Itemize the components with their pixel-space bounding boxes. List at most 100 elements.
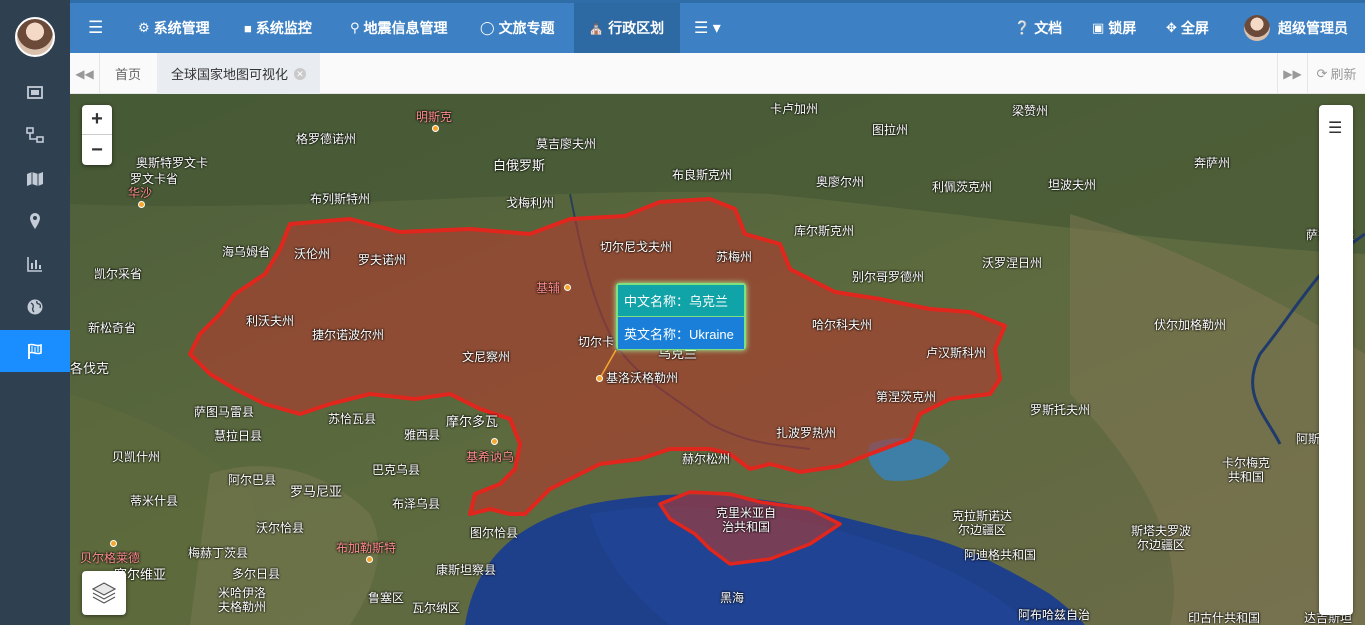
map-label: 布加勒斯特 <box>336 541 397 555</box>
nav-label: 系统管理 <box>153 20 210 36</box>
map-label: 罗马尼亚 <box>290 484 343 499</box>
sidebar-item-map[interactable] <box>0 158 70 200</box>
map-label: 苏梅州 <box>716 250 753 264</box>
map-label: 库尔斯克州 <box>794 224 855 238</box>
close-icon[interactable]: ✕ <box>294 67 307 80</box>
nav-fullscreen[interactable]: ✥ 全屏 <box>1166 3 1209 53</box>
user-avatar[interactable] <box>15 17 55 57</box>
user-name: 超级管理员 <box>1278 20 1348 36</box>
map-label: 哈尔科夫州 <box>812 318 873 332</box>
bank-icon: ⛪ <box>588 20 605 35</box>
map-label: 多尔日县 <box>232 567 281 581</box>
map-label: 海乌姆省 <box>222 245 271 259</box>
city-dot <box>491 438 498 445</box>
sidebar-item-system[interactable] <box>0 114 70 156</box>
tabs-scroll-right-button[interactable]: ▶▶ <box>1277 53 1307 94</box>
map-label: 黑海 <box>720 591 745 605</box>
map-label: 图尔恰县 <box>470 526 519 540</box>
nav-lock-screen[interactable]: ▣ 锁屏 <box>1092 3 1136 53</box>
sidebar-item-dashboard[interactable] <box>0 72 70 114</box>
map-label: 文尼察州 <box>462 350 511 364</box>
nav-label: 系统监控 <box>255 20 312 36</box>
nav-earthquake-info[interactable]: ⚲ 地震信息管理 <box>350 3 448 53</box>
map-label: 利沃夫州 <box>246 314 295 328</box>
map-icon <box>27 172 43 186</box>
map-label: 罗斯托夫州 <box>1030 403 1091 417</box>
user-avatar-small <box>1244 15 1270 41</box>
map-label: 阿布哈兹自治 <box>1018 608 1091 622</box>
map-label: 巴克乌县 <box>372 463 421 477</box>
flag-icon <box>28 343 42 359</box>
city-dot <box>110 540 117 547</box>
layers-icon <box>91 582 117 604</box>
nav-system-monitor[interactable]: ■ 系统监控 <box>244 3 312 53</box>
map-pin-icon: ⚲ <box>350 20 360 35</box>
nav-label: 文档 <box>1034 20 1063 36</box>
popup-chinese-name: 中文名称：乌克兰 <box>618 285 744 317</box>
nav-user-menu[interactable]: 超级管理员 <box>1244 3 1348 53</box>
map-label: 斯塔夫罗波尔边疆区 <box>1130 524 1191 552</box>
page-tabs: ◀◀ 首页 全球国家地图可视化 ✕ ▶▶ ⟳ 刷新 <box>70 53 1365 94</box>
map-label: 切尔尼戈夫州 <box>600 240 673 254</box>
country-info-popup: 中文名称：乌克兰 英文名称：Ukraine <box>616 283 746 350</box>
map-view[interactable]: 卡卢加州 梁赞州 格罗德诺州 明斯克 莫吉廖夫州 图拉州 奥斯特罗文卡 白俄罗斯… <box>70 94 1365 625</box>
zoom-out-button[interactable]: − <box>82 135 112 165</box>
map-side-panel-toggle[interactable]: ☰ <box>1319 105 1353 615</box>
expand-icon: ✥ <box>1166 20 1177 35</box>
top-navbar: ☰ ⚙ 系统管理 ■ 系统监控 ⚲ 地震信息管理 ◯ 文旅专题 ⛪ 行政区划 ☰… <box>70 0 1365 53</box>
sidebar-item-chart[interactable] <box>0 243 70 285</box>
nav-docs[interactable]: ❔ 文档 <box>1014 3 1062 53</box>
tab-global-map[interactable]: 全球国家地图可视化 ✕ <box>157 53 321 94</box>
hamburger-icon: ☰ <box>88 18 104 37</box>
map-label: 图拉州 <box>872 123 909 137</box>
city-dot <box>596 375 603 382</box>
zoom-in-button[interactable]: + <box>82 105 112 135</box>
map-label: 第涅茨克州 <box>876 390 937 404</box>
question-icon: ❔ <box>1014 20 1031 35</box>
map-label: 沃罗涅日州 <box>982 256 1043 270</box>
nav-culture-tourism[interactable]: ◯ 文旅专题 <box>480 3 555 53</box>
nav-system-management[interactable]: ⚙ 系统管理 <box>138 3 210 53</box>
map-label: 戈梅利州 <box>506 196 555 210</box>
map-label: 阿迪格共和国 <box>964 548 1037 562</box>
layers-button[interactable] <box>82 571 126 615</box>
map-label: 坦波夫州 <box>1048 178 1097 192</box>
nav-label: 全屏 <box>1180 20 1209 36</box>
sidebar-item-flag[interactable] <box>0 330 70 372</box>
map-label: 利佩茨克州 <box>932 180 993 194</box>
tabs-scroll-left-button[interactable]: ◀◀ <box>70 53 100 94</box>
app-root: ☰ ⚙ 系统管理 ■ 系统监控 ⚲ 地震信息管理 ◯ 文旅专题 ⛪ 行政区划 ☰… <box>0 0 1365 625</box>
nav-admin-division[interactable]: ⛪ 行政区划 <box>574 3 680 53</box>
map-label: 萨图马雷县 <box>194 405 255 419</box>
refresh-button[interactable]: ⟳ 刷新 <box>1307 53 1365 94</box>
map-label: 沃尔恰县 <box>256 521 305 535</box>
nav-more-dropdown[interactable]: ☰ ▾ <box>694 3 725 53</box>
menu-toggle-button[interactable]: ☰ <box>88 3 107 53</box>
sidebar-item-location[interactable] <box>0 200 70 242</box>
nav-label: 文旅专题 <box>498 20 555 36</box>
refresh-label: 刷新 <box>1330 67 1357 82</box>
map-label: 切尔卡 <box>578 335 615 349</box>
map-label: 雅西县 <box>404 428 441 442</box>
map-label: 捷尔诺波尔州 <box>312 328 385 342</box>
map-label: 莫吉廖夫州 <box>536 137 597 151</box>
map-label: 贝尔格莱德 <box>80 551 141 565</box>
map-label: 白俄罗斯 <box>493 158 546 173</box>
map-label: 别尔哥罗德州 <box>852 270 925 284</box>
map-label: 新松奇省 <box>88 321 137 335</box>
map-label: 蒂米什县 <box>130 494 179 508</box>
map-label: 慧拉日县 <box>214 429 263 443</box>
map-label: 奔萨州 <box>1194 156 1231 170</box>
map-label: 基洛沃格勒州 <box>606 371 679 385</box>
city-dot <box>138 201 145 208</box>
map-label: 各伐克 <box>70 361 110 376</box>
map-label: 阿尔巴县 <box>228 473 277 487</box>
map-label: 奥斯特罗文卡 <box>136 156 209 170</box>
tab-home[interactable]: 首页 <box>101 53 155 94</box>
map-label: 卢汉斯科州 <box>926 346 987 360</box>
refresh-icon: ⟳ <box>1316 65 1328 81</box>
map-label: 明斯克 <box>416 110 453 124</box>
tab-label: 全球国家地图可视化 <box>171 67 289 82</box>
hamburger-icon: ☰ <box>1328 120 1343 137</box>
sidebar-item-globe[interactable] <box>0 286 70 328</box>
